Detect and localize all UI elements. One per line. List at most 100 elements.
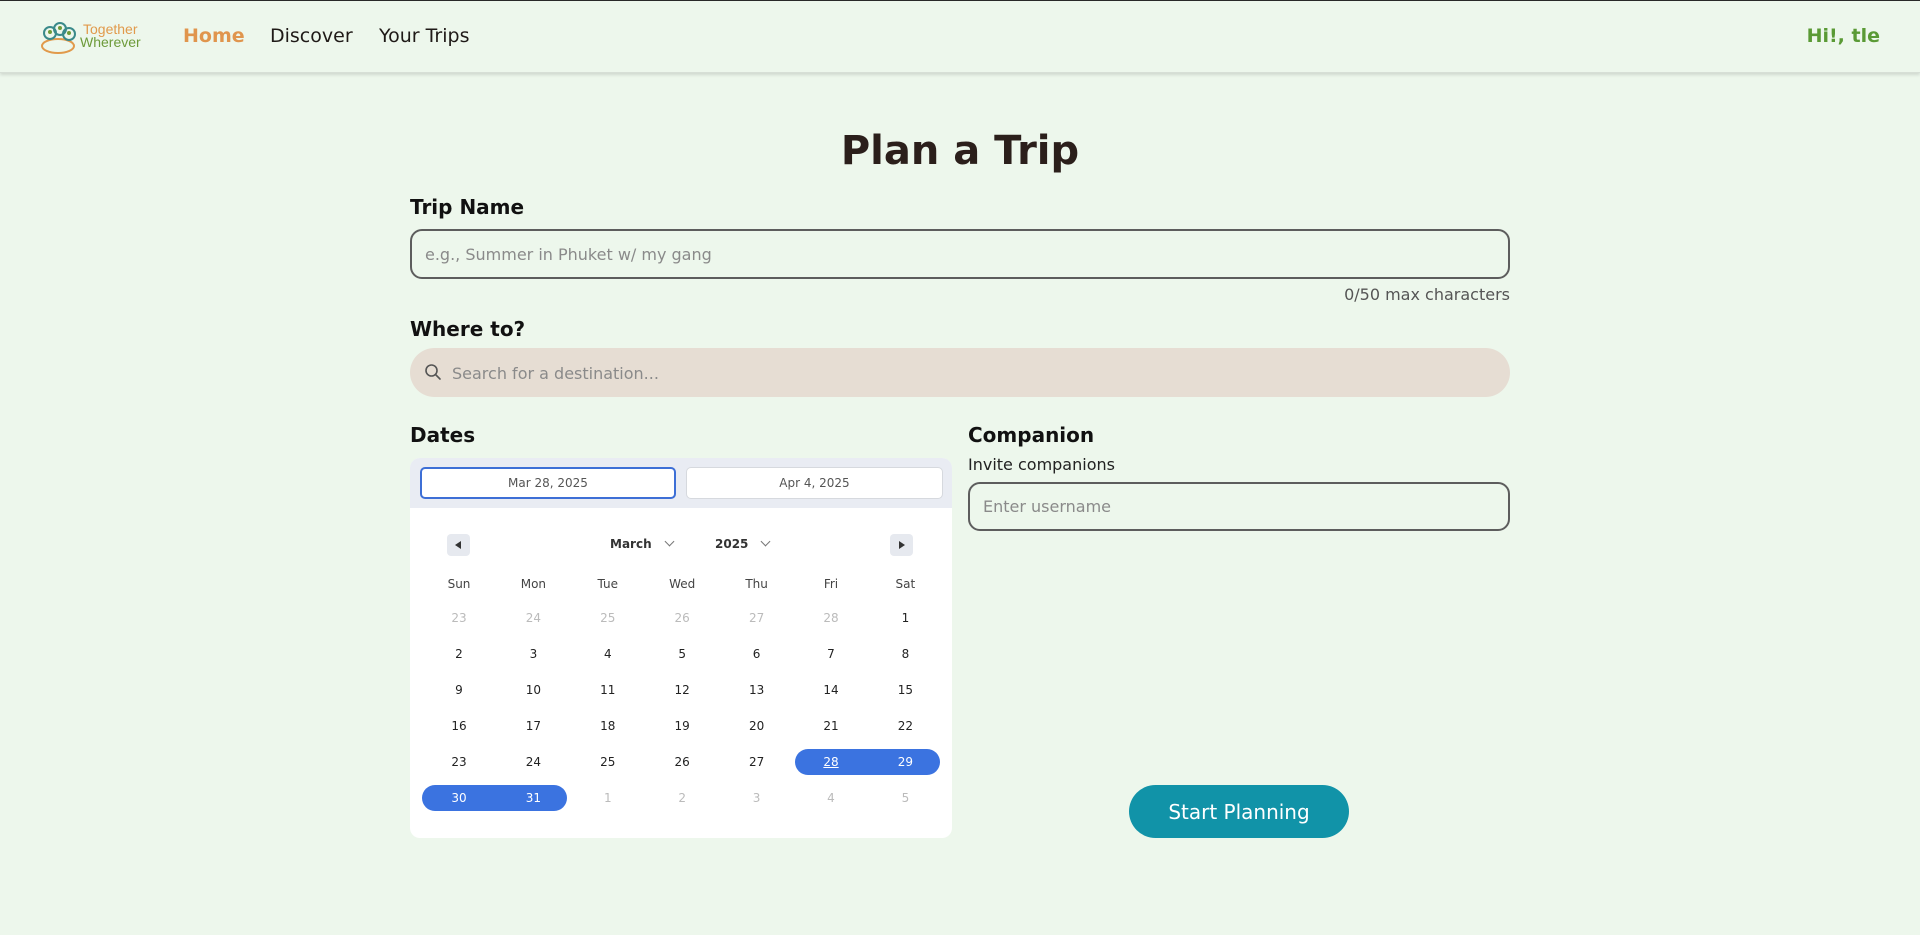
nav-home-link[interactable]: Home — [183, 25, 245, 47]
weekday-label: Sat — [895, 577, 916, 591]
companion-username-input[interactable] — [968, 482, 1510, 531]
destination-search[interactable] — [410, 348, 1510, 399]
calendar-day[interactable]: 25 — [571, 605, 645, 631]
calendar-day-number: 28 — [823, 755, 839, 769]
user-greeting[interactable]: Hi!, tle — [1807, 25, 1880, 47]
calendar-day[interactable]: 5 — [868, 785, 942, 811]
calendar-day[interactable]: 28 — [794, 605, 868, 631]
trip-name-input[interactable] — [410, 229, 1510, 279]
calendar-day[interactable]: 18 — [571, 713, 645, 739]
companion-label: Companion — [968, 423, 1095, 447]
calendar-day-number: 5 — [678, 647, 686, 661]
calendar-day-number: 28 — [823, 611, 839, 625]
calendar-day[interactable]: 19 — [645, 713, 719, 739]
logo-line-2: Wherever — [80, 34, 141, 50]
calendar-day[interactable]: 20 — [720, 713, 794, 739]
weekday-label: Tue — [597, 577, 619, 591]
prev-month-button[interactable] — [447, 534, 470, 556]
calendar-day[interactable]: 2 — [422, 641, 496, 667]
calendar-day-selected[interactable]: 30 — [422, 785, 496, 811]
year-select-value: 2025 — [715, 537, 749, 551]
calendar-day[interactable]: 3 — [720, 785, 794, 811]
calendar-day-number: 16 — [451, 719, 467, 733]
calendar-day-selected[interactable]: 31 — [496, 785, 570, 811]
logo[interactable]: Together Wherever — [40, 19, 150, 55]
calendar-day-number: 2 — [455, 647, 463, 661]
end-date-field[interactable]: Apr 4, 2025 — [686, 467, 943, 499]
calendar-day[interactable]: 7 — [794, 641, 868, 667]
destination-search-input[interactable] — [450, 348, 1494, 399]
nav-discover-link[interactable]: Discover — [270, 25, 353, 47]
start-date-field[interactable]: Mar 28, 2025 — [420, 467, 676, 499]
calendar-day-number: 4 — [603, 647, 612, 661]
calendar-day[interactable]: 15 — [868, 677, 942, 703]
calendar-day[interactable]: 27 — [720, 605, 794, 631]
calendar-day-number: 6 — [752, 647, 761, 661]
calendar-day-number: 23 — [451, 755, 467, 769]
calendar-day[interactable]: 12 — [645, 677, 719, 703]
calendar-day-number: 26 — [674, 611, 690, 625]
calendar-day[interactable]: 1 — [868, 605, 942, 631]
calendar-day-number: 3 — [529, 647, 538, 661]
calendar-day[interactable]: 11 — [571, 677, 645, 703]
logo-wordmark: Together Wherever — [80, 22, 141, 50]
calendar-day[interactable]: 3 — [496, 641, 570, 667]
calendar-day[interactable]: 25 — [571, 749, 645, 775]
calendar-day[interactable]: 6 — [720, 641, 794, 667]
calendar-day[interactable]: 9 — [422, 677, 496, 703]
calendar-day-number: 13 — [748, 683, 765, 697]
calendar-day[interactable]: 5 — [645, 641, 719, 667]
chevron-right-icon — [899, 541, 905, 549]
month-select[interactable]: March — [610, 536, 675, 551]
calendar-day[interactable]: 2 — [645, 785, 719, 811]
calendar-day-number: 21 — [823, 719, 839, 733]
next-month-button[interactable] — [890, 534, 913, 556]
calendar-day-number: 14 — [823, 683, 839, 697]
calendar-day[interactable]: 26 — [645, 605, 719, 631]
navbar: Together Wherever Home Discover Your Tri… — [0, 1, 1920, 73]
start-planning-button[interactable]: Start Planning — [1129, 785, 1349, 838]
calendar-day[interactable]: 8 — [868, 641, 942, 667]
nav-your-trips-link[interactable]: Your Trips — [379, 25, 469, 47]
calendar-day-selected[interactable]: 29 — [868, 749, 942, 775]
calendar-day[interactable]: 27 — [720, 749, 794, 775]
year-select[interactable]: 2025 — [715, 536, 771, 551]
calendar-day[interactable]: 23 — [422, 605, 496, 631]
trip-name-label: Trip Name — [410, 195, 525, 219]
page-title: Plan a Trip — [840, 128, 1080, 174]
calendar-day-number: 7 — [827, 647, 835, 661]
weekday-label: Wed — [669, 577, 696, 591]
calendar-day-number: 20 — [748, 719, 765, 733]
calendar-day[interactable]: 17 — [496, 713, 570, 739]
calendar-day[interactable]: 26 — [645, 749, 719, 775]
calendar-day[interactable]: 16 — [422, 713, 496, 739]
calendar-day[interactable]: 24 — [496, 749, 570, 775]
chevron-down-icon — [760, 536, 771, 547]
calendar-day-number: 29 — [897, 755, 914, 769]
trip-name-char-counter: 0/50 max characters — [1344, 285, 1510, 304]
calendar-day-number: 27 — [748, 755, 765, 769]
calendar-day-number: 18 — [600, 719, 616, 733]
calendar-day-number: 19 — [674, 719, 690, 733]
calendar-day[interactable]: 14 — [794, 677, 868, 703]
calendar-day-number: 25 — [600, 611, 616, 625]
calendar-day[interactable]: 13 — [720, 677, 794, 703]
calendar-day-number: 11 — [600, 683, 616, 697]
calendar-day-selected[interactable]: 28 — [794, 749, 868, 775]
calendar-day-number: 25 — [600, 755, 616, 769]
calendar-day[interactable]: 4 — [571, 641, 645, 667]
month-select-value: March — [610, 537, 652, 551]
calendar-day[interactable]: 23 — [422, 749, 496, 775]
calendar-day-number: 30 — [451, 791, 467, 805]
calendar-day[interactable]: 4 — [794, 785, 868, 811]
calendar-day[interactable]: 10 — [496, 677, 570, 703]
chevron-left-icon — [455, 541, 461, 549]
calendar-day[interactable]: 22 — [868, 713, 942, 739]
calendar-day[interactable]: 1 — [571, 785, 645, 811]
calendar-day-number: 15 — [897, 683, 914, 697]
calendar-day-number: 1 — [603, 791, 612, 805]
weekday-label: Fri — [823, 577, 839, 591]
calendar-day[interactable]: 24 — [496, 605, 570, 631]
calendar-day[interactable]: 21 — [794, 713, 868, 739]
calendar-day-number: 10 — [525, 683, 542, 697]
